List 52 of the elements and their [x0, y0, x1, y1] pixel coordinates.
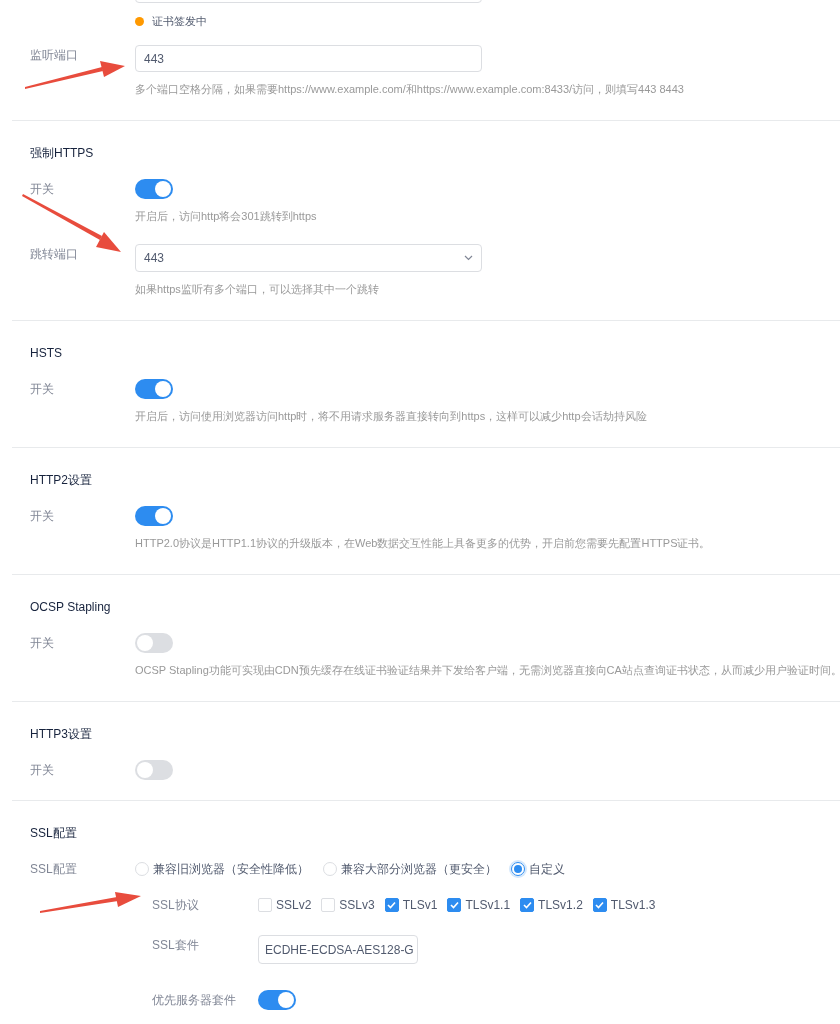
- field-label: 开关: [30, 635, 55, 652]
- checkbox-option[interactable]: TLSv1.1: [447, 896, 511, 914]
- toggle-switch[interactable]: [258, 990, 296, 1010]
- hint-text: HTTP2.0协议是HTTP1.1协议的升级版本，在Web数据交互性能上具备更多的优势，开启前您需要先配置HTTPS证书。: [135, 536, 711, 551]
- status-text: 证书签发中: [152, 13, 207, 29]
- field-label: 开关: [30, 508, 55, 525]
- section-title: HSTS: [29, 345, 63, 362]
- check-icon: [522, 901, 532, 909]
- section-title: 强制HTTPS: [29, 145, 95, 162]
- checkbox-option[interactable]: TLSv1.3: [592, 896, 656, 914]
- field-label: 开关: [30, 762, 55, 779]
- select-field[interactable]: 443: [135, 244, 482, 272]
- checkbox[interactable]: [447, 898, 462, 912]
- checkbox-option[interactable]: TLSv1.2: [520, 896, 583, 914]
- toggle-switch[interactable]: [135, 760, 173, 780]
- checkbox-option[interactable]: TLSv1: [384, 896, 438, 914]
- field-label: 开关: [30, 381, 55, 398]
- toggle-switch[interactable]: [135, 179, 173, 199]
- field-label: SSL配置: [30, 861, 78, 878]
- field-label: SSL套件: [152, 937, 200, 954]
- radio-option[interactable]: 兼容旧浏览器（安全性降低）: [135, 860, 309, 878]
- field-label: SSL协议: [152, 897, 200, 914]
- hint-text: 开启后，访问使用浏览器访问http时，将不用请求服务器直接转向到https，这样可以减少http会话劫持风险: [135, 409, 647, 424]
- input-field[interactable]: ECDHE-ECDSA-AES128-G: [258, 935, 418, 964]
- section-title: OCSP Stapling: [29, 599, 112, 616]
- section-title: SSL配置: [29, 825, 78, 842]
- checkbox-option[interactable]: SSLv2: [258, 896, 312, 914]
- input-field[interactable]: 443: [135, 45, 482, 72]
- chevron-down-icon: [464, 255, 473, 261]
- field-label: 开关: [30, 181, 55, 198]
- checkbox[interactable]: [384, 898, 399, 912]
- checkbox[interactable]: [520, 898, 535, 912]
- field-label: 优先服务器套件: [152, 992, 237, 1009]
- toggle-switch[interactable]: [135, 506, 173, 526]
- hint-text: 开启后，访问http将会301跳转到https: [135, 209, 317, 224]
- radio-option[interactable]: 自定义: [511, 860, 565, 878]
- toggle-switch[interactable]: [135, 633, 173, 653]
- field-label: 跳转端口: [30, 246, 79, 263]
- check-icon: [387, 901, 397, 909]
- check-icon: [449, 901, 459, 909]
- checkbox-option[interactable]: SSLv3: [321, 896, 375, 914]
- hint-text: 多个端口空格分隔，如果需要https://www.example.com/和https://www.example.com:8433/访问，则填写443 8443: [135, 82, 684, 97]
- check-icon: [595, 901, 605, 909]
- hint-text: 如果https监听有多个端口，可以选择其中一个跳转: [135, 282, 380, 297]
- hint-text: OCSP Stapling功能可实现由CDN预先缓存在线证书验证结果并下发给客户端，无需浏览器直接向CA站点查询证书状态，从而减少用户验证时间。: [135, 663, 840, 678]
- section-title: HTTP2设置: [29, 472, 93, 489]
- radio-button[interactable]: [511, 862, 525, 876]
- checkbox[interactable]: [592, 898, 607, 912]
- radio-option[interactable]: 兼容大部分浏览器（更安全）: [323, 860, 497, 878]
- field-label: 监听端口: [30, 47, 79, 64]
- section-title: HTTP3设置: [29, 726, 93, 743]
- toggle-switch[interactable]: [135, 379, 173, 399]
